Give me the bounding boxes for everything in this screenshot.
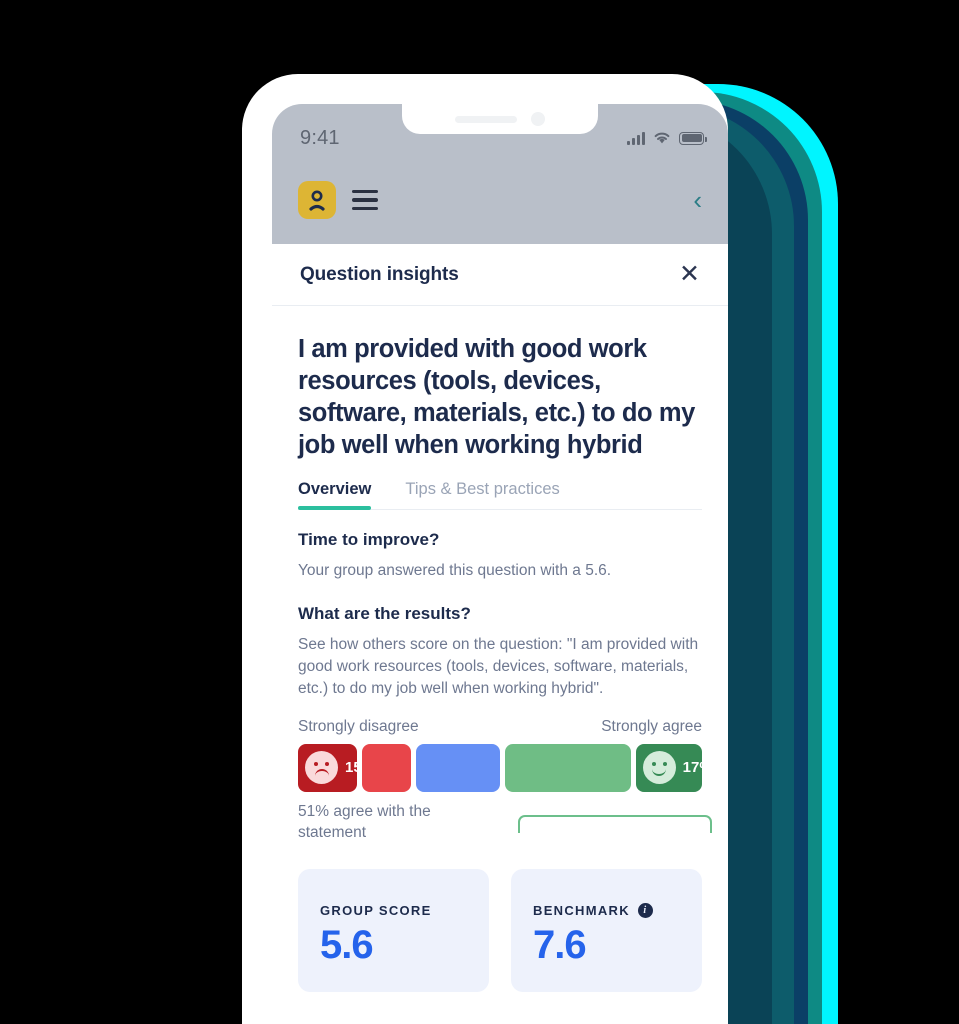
earpiece-speaker [455,115,517,123]
status-clock: 9:41 [300,126,340,149]
battery-icon [679,131,707,145]
page-title: Question insights [300,263,459,285]
screenshot-stage: 9:41 ‹ Question insights ✕ I am provided… [0,0,959,1024]
section-time-to-improve: Time to improve? Your group answered thi… [298,530,702,582]
tab-tips-best-practices[interactable]: Tips & Best practices [405,480,559,509]
info-circle-icon[interactable]: i [637,903,653,919]
chevron-left-icon[interactable]: ‹ [693,187,702,213]
question-text: I am provided with good work resources (… [298,335,695,459]
content-panel: Question insights ✕ I am provided with g… [272,244,728,1024]
card-label-text: GROUP SCORE [320,903,432,919]
sheet-header: Question insights ✕ [272,244,728,306]
chart-bar-neutral [416,743,500,792]
card-label: GROUP SCORE [320,903,467,918]
sentiment-chart: Strongly disagree Strongly agree 15%17% … [298,718,712,844]
agree-summary: 51% agree with the statement [298,802,431,841]
front-camera-icon [531,112,545,126]
sheet-body: I am provided with good work resources (… [272,306,728,993]
section-what-are-the-results: What are the results? See how others sco… [298,604,702,700]
chart-bar-strongly-agree: 17% [635,743,702,792]
chart-bar-strongly-disagree: 15% [298,743,358,792]
chart-bar-agree [505,743,631,792]
chart-bar-disagree [362,743,412,792]
section-body: See how others score on the question: "I… [298,635,699,697]
phone-screen: 9:41 ‹ Question insights ✕ I am provided… [272,104,728,1024]
hamburger-menu-icon[interactable] [352,189,378,211]
chart-scale-labels: Strongly disagree Strongly agree [298,718,702,736]
scale-label-right: Strongly agree [601,717,702,735]
phone-notch [402,104,598,134]
card-label-text: BENCHMARK [533,903,630,919]
chart-bar-value: 15% [345,759,357,776]
chart-bar-value: 17% [682,759,702,776]
score-cards: GROUP SCORE 5.6 BENCHMARK i 7.6 [298,869,702,993]
sad-face-icon [305,751,338,784]
happy-face-icon [642,751,676,784]
app-bar: ‹ [272,156,728,244]
status-icons [627,131,707,145]
section-body: Your group answered this question with a… [298,561,612,579]
section-heading: Time to improve? [298,529,440,549]
card-benchmark: BENCHMARK i 7.6 [511,869,702,993]
agree-bracket-icon [518,814,712,833]
chart-bars: 15% 17% [298,743,702,792]
scale-label-left: Strongly disagree [298,717,419,735]
card-value: 5.6 [320,923,374,968]
tab-bar: Overview Tips & Best practices [298,480,702,510]
close-icon[interactable]: ✕ [679,262,700,287]
section-heading: What are the results? [298,603,471,623]
card-group-score: GROUP SCORE 5.6 [298,869,489,993]
phone-mockup: 9:41 ‹ Question insights ✕ I am provided… [242,74,728,1024]
user-badge-icon[interactable] [298,181,336,219]
wifi-icon [654,132,670,144]
chart-footer: 51% agree with the statement [298,801,712,844]
bracket-wrap [466,801,712,835]
card-value: 7.6 [533,923,587,968]
card-label: BENCHMARK i [533,903,680,919]
signal-bars-icon [627,131,645,145]
tab-overview[interactable]: Overview [298,480,372,510]
